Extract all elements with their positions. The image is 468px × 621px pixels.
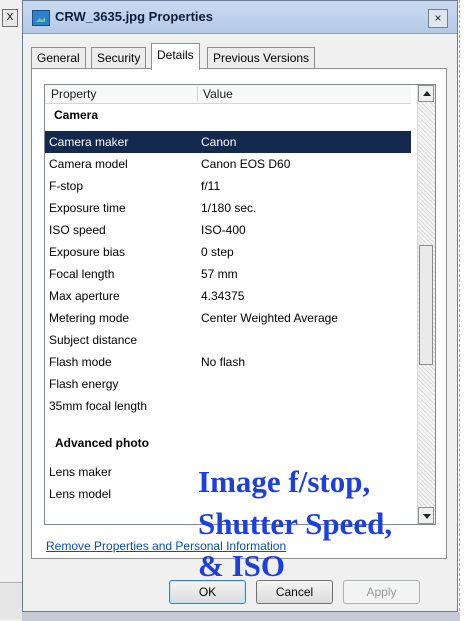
property-value: No flash bbox=[201, 355, 246, 369]
property-name: Max aperture bbox=[49, 289, 120, 303]
properties-list[interactable]: Property Value Camera Camera maker Canon C… bbox=[44, 84, 436, 525]
annotation-line-1: Image f/stop, bbox=[198, 464, 371, 499]
list-row[interactable]: Exposure time 1/180 sec. bbox=[45, 197, 411, 219]
apply-button[interactable]: Apply bbox=[343, 580, 420, 604]
list-header: Property Value bbox=[45, 85, 411, 104]
list-row[interactable]: Flash mode No flash bbox=[45, 351, 411, 373]
property-name: F-stop bbox=[49, 179, 84, 193]
list-row[interactable]: Max aperture 4.34375 bbox=[45, 285, 411, 307]
list-row[interactable]: Camera maker Canon bbox=[45, 131, 411, 153]
property-value: Canon EOS D60 bbox=[201, 157, 291, 171]
property-name: Exposure bias bbox=[49, 245, 126, 259]
image-file-icon bbox=[32, 10, 50, 26]
property-value: ISO-400 bbox=[201, 223, 246, 237]
list-row[interactable]: Exposure bias 0 step bbox=[45, 241, 411, 263]
scrollbar-thumb[interactable] bbox=[419, 245, 433, 365]
column-separator[interactable] bbox=[197, 87, 198, 101]
annotation-overlay: Image f/stop, Shutter Speed, & ISO bbox=[198, 461, 448, 587]
background-window-edge: X bbox=[0, 0, 23, 621]
property-name: Lens maker bbox=[49, 465, 112, 479]
property-name: Focal length bbox=[49, 267, 115, 281]
group-label-advanced-photo: Advanced photo bbox=[55, 436, 150, 450]
property-value: 57 mm bbox=[201, 267, 238, 281]
property-name: Lens model bbox=[49, 487, 112, 501]
background-right-edge bbox=[459, 0, 468, 621]
cancel-button[interactable]: Cancel bbox=[256, 580, 333, 604]
column-header-property[interactable]: Property bbox=[51, 85, 96, 103]
group-label-camera: Camera bbox=[54, 108, 99, 122]
list-row[interactable]: ISO speed ISO-400 bbox=[45, 219, 411, 241]
property-name: Exposure time bbox=[49, 201, 126, 215]
list-row[interactable]: Camera model Canon EOS D60 bbox=[45, 153, 411, 175]
title-bar[interactable]: CRW_3635.jpg Properties × bbox=[23, 1, 457, 34]
list-row[interactable]: Flash energy bbox=[45, 373, 411, 395]
property-value: Center Weighted Average bbox=[201, 311, 338, 325]
list-row[interactable]: F-stop f/11 bbox=[45, 175, 411, 197]
property-name: Flash mode bbox=[49, 355, 112, 369]
property-name: ISO speed bbox=[49, 223, 106, 237]
property-name: Camera maker bbox=[49, 135, 129, 149]
list-row[interactable]: Focal length 57 mm bbox=[45, 263, 411, 285]
tab-general[interactable]: General bbox=[31, 47, 86, 68]
property-value: 0 step bbox=[201, 245, 234, 259]
details-panel: Property Value Camera Camera maker Canon C… bbox=[31, 68, 447, 583]
property-value: 4.34375 bbox=[201, 289, 245, 303]
scroll-up-button[interactable] bbox=[418, 85, 434, 102]
background-bar-fragment bbox=[0, 582, 22, 619]
property-name: Subject distance bbox=[49, 333, 138, 347]
background-close-fragment: X bbox=[2, 9, 18, 27]
ok-button[interactable]: OK bbox=[169, 580, 246, 604]
tab-previous-versions[interactable]: Previous Versions bbox=[207, 47, 316, 68]
property-name: Flash energy bbox=[49, 377, 119, 391]
background-bottom-edge bbox=[22, 612, 460, 621]
window-title: CRW_3635.jpg Properties bbox=[55, 9, 213, 24]
property-value: 1/180 sec. bbox=[201, 201, 257, 215]
list-row[interactable]: Subject distance bbox=[45, 329, 411, 351]
close-button[interactable]: × bbox=[428, 9, 448, 28]
property-name: Camera model bbox=[49, 157, 128, 171]
property-value: Canon bbox=[201, 135, 237, 149]
property-name: Metering mode bbox=[49, 311, 130, 325]
property-value: f/11 bbox=[201, 179, 221, 193]
property-name: 35mm focal length bbox=[49, 399, 148, 413]
tab-security[interactable]: Security bbox=[91, 47, 147, 68]
list-row[interactable]: Metering mode Center Weighted Average bbox=[45, 307, 411, 329]
properties-dialog: CRW_3635.jpg Properties × General Securi… bbox=[22, 0, 458, 612]
column-header-value[interactable]: Value bbox=[203, 85, 233, 103]
vertical-scrollbar[interactable] bbox=[417, 85, 435, 524]
list-row[interactable]: 35mm focal length bbox=[45, 395, 411, 417]
tab-details[interactable]: Details bbox=[151, 43, 200, 70]
group-header-camera: Camera bbox=[45, 105, 411, 127]
group-header-advanced-photo: Advanced photo bbox=[45, 433, 411, 455]
remove-properties-link[interactable]: Remove Properties and Personal Informati… bbox=[46, 539, 286, 553]
